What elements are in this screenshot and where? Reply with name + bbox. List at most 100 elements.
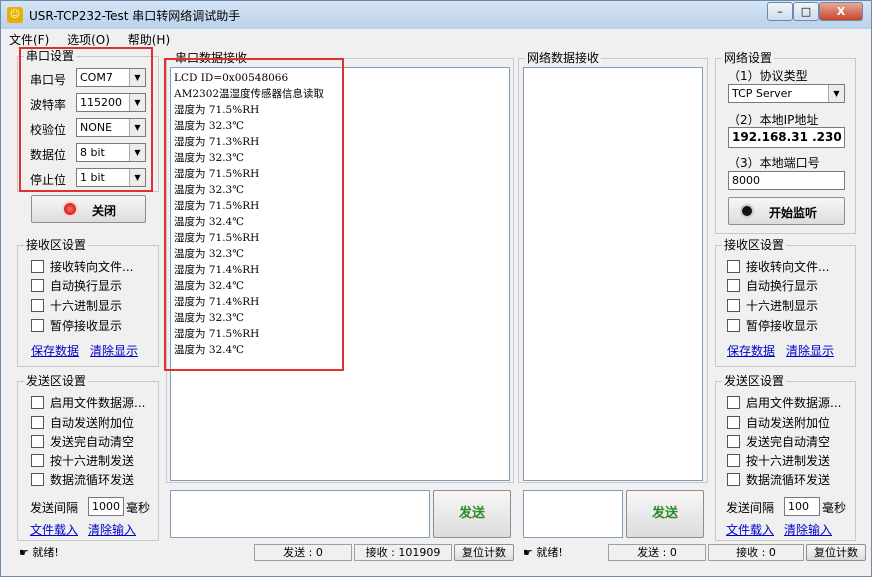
right-clear-input-link[interactable]: 清除输入 — [784, 521, 832, 538]
close-port-button[interactable]: 关闭 — [31, 195, 146, 223]
port-number-input[interactable]: 8000 — [728, 171, 845, 190]
status-right-ready-text: 就绪! — [536, 546, 563, 559]
start-listen-button[interactable]: 开始监听 — [728, 197, 845, 225]
left-load-file-link[interactable]: 文件载入 — [30, 521, 78, 538]
net-settings-title: 网络设置 — [722, 51, 775, 65]
left-hex-send-checkbox[interactable]: 按十六进制发送 — [31, 454, 134, 468]
checkbox-label: 启用文件数据源... — [746, 396, 842, 410]
checkbox-label: 按十六进制发送 — [746, 454, 831, 468]
left-recv-to-file-checkbox[interactable]: 接收转向文件... — [31, 260, 133, 274]
left-interval-input[interactable]: 1000 — [88, 497, 124, 516]
right-auto-wrap-checkbox[interactable]: 自动换行显示 — [727, 279, 818, 293]
checkbox-icon — [31, 260, 44, 273]
left-interval-label: 发送间隔 — [30, 501, 79, 515]
checkbox-icon — [727, 299, 740, 312]
right-pause-display-checkbox[interactable]: 暂停接收显示 — [727, 319, 818, 333]
right-loop-send-checkbox[interactable]: 数据流循环发送 — [727, 473, 830, 487]
status-right-sent: 发送 : 0 — [608, 544, 706, 561]
title-bar: ☺ USR-TCP232-Test 串口转网络调试助手 – □ X — [1, 1, 871, 29]
right-interval-unit: 毫秒 — [822, 501, 847, 515]
left-pause-display-checkbox[interactable]: 暂停接收显示 — [31, 319, 122, 333]
status-right-ready: ☛ 就绪! — [523, 544, 563, 562]
red-light-icon — [64, 203, 76, 215]
net-send-button[interactable]: 发送 — [626, 490, 704, 538]
checkbox-icon — [727, 473, 740, 486]
left-clear-display-link[interactable]: 清除显示 — [90, 342, 138, 359]
right-load-file-link[interactable]: 文件载入 — [726, 521, 774, 538]
status-left-ready-text: 就绪! — [32, 546, 59, 559]
left-send-settings-title: 发送区设置 — [24, 374, 89, 388]
right-interval-input[interactable]: 100 — [784, 497, 820, 516]
ip-label: （2）本地IP地址 — [728, 113, 819, 127]
net-send-textarea[interactable] — [523, 490, 623, 538]
checkbox-label: 自动发送附加位 — [746, 416, 831, 430]
menu-help[interactable]: 帮助(H) — [128, 31, 170, 48]
checkbox-label: 十六进制显示 — [50, 299, 123, 313]
checkbox-icon — [727, 435, 740, 448]
highlight-box-serial-recv — [164, 58, 344, 371]
checkbox-icon — [31, 279, 44, 292]
left-recv-settings-title: 接收区设置 — [24, 238, 89, 252]
checkbox-label: 自动发送附加位 — [50, 416, 135, 430]
net-recv-title: 网络数据接收 — [525, 51, 602, 65]
minimize-button[interactable]: – — [767, 2, 793, 21]
menu-options[interactable]: 选项(O) — [67, 31, 110, 48]
protocol-select[interactable]: TCP Server ▼ — [728, 84, 845, 103]
status-left-reset-button[interactable]: 复位计数 — [454, 544, 514, 561]
serial-send-textarea[interactable] — [170, 490, 430, 538]
left-auto-clear-checkbox[interactable]: 发送完自动清空 — [31, 435, 134, 449]
net-recv-textarea[interactable] — [523, 67, 703, 481]
left-file-source-checkbox[interactable]: 启用文件数据源... — [31, 396, 145, 410]
checkbox-label: 发送完自动清空 — [50, 435, 135, 449]
status-left-received: 接收 : 101909 — [354, 544, 452, 561]
left-hex-display-checkbox[interactable]: 十六进制显示 — [31, 299, 122, 313]
app-window: ☺ USR-TCP232-Test 串口转网络调试助手 – □ X 文件(F) … — [0, 0, 872, 577]
hand-icon: ☛ — [523, 546, 533, 559]
checkbox-icon — [727, 260, 740, 273]
checkbox-label: 启用文件数据源... — [50, 396, 146, 410]
right-recv-settings-title: 接收区设置 — [722, 238, 787, 252]
checkbox-label: 十六进制显示 — [746, 299, 819, 313]
checkbox-icon — [31, 299, 44, 312]
right-send-settings-title: 发送区设置 — [722, 374, 787, 388]
status-left-ready: ☛ 就绪! — [19, 544, 59, 562]
checkbox-label: 发送完自动清空 — [746, 435, 831, 449]
ip-input[interactable]: 192.168.31 .230 — [728, 127, 845, 148]
checkbox-label: 自动换行显示 — [746, 279, 819, 293]
left-save-data-link[interactable]: 保存数据 — [31, 342, 79, 359]
status-right-received: 接收 : 0 — [708, 544, 804, 561]
right-recv-to-file-checkbox[interactable]: 接收转向文件... — [727, 260, 829, 274]
checkbox-icon — [727, 396, 740, 409]
checkbox-label: 按十六进制发送 — [50, 454, 135, 468]
left-loop-send-checkbox[interactable]: 数据流循环发送 — [31, 473, 134, 487]
serial-send-button[interactable]: 发送 — [433, 490, 511, 538]
close-window-button[interactable]: X — [819, 2, 863, 21]
checkbox-icon — [31, 435, 44, 448]
black-light-icon — [742, 206, 752, 216]
right-hex-display-checkbox[interactable]: 十六进制显示 — [727, 299, 818, 313]
right-auto-clear-checkbox[interactable]: 发送完自动清空 — [727, 435, 830, 449]
checkbox-icon — [727, 416, 740, 429]
left-auto-append-checkbox[interactable]: 自动发送附加位 — [31, 416, 134, 430]
status-right-reset-button[interactable]: 复位计数 — [806, 544, 866, 561]
checkbox-icon — [31, 473, 44, 486]
menu-file[interactable]: 文件(F) — [9, 31, 49, 48]
left-clear-input-link[interactable]: 清除输入 — [88, 521, 136, 538]
checkbox-label: 接收转向文件... — [746, 260, 830, 274]
left-auto-wrap-checkbox[interactable]: 自动换行显示 — [31, 279, 122, 293]
right-auto-append-checkbox[interactable]: 自动发送附加位 — [727, 416, 830, 430]
right-interval-label: 发送间隔 — [726, 501, 775, 515]
right-hex-send-checkbox[interactable]: 按十六进制发送 — [727, 454, 830, 468]
protocol-label: （1）协议类型 — [728, 69, 808, 83]
checkbox-icon — [727, 279, 740, 292]
highlight-box-serial-settings — [19, 47, 153, 192]
right-save-data-link[interactable]: 保存数据 — [727, 342, 775, 359]
start-listen-label: 开始监听 — [769, 206, 818, 220]
maximize-button[interactable]: □ — [793, 2, 819, 21]
right-file-source-checkbox[interactable]: 启用文件数据源... — [727, 396, 841, 410]
checkbox-icon — [727, 319, 740, 332]
checkbox-icon — [727, 454, 740, 467]
window-title: USR-TCP232-Test 串口转网络调试助手 — [29, 9, 241, 23]
status-left-sent: 发送 : 0 — [254, 544, 352, 561]
right-clear-display-link[interactable]: 清除显示 — [786, 342, 834, 359]
